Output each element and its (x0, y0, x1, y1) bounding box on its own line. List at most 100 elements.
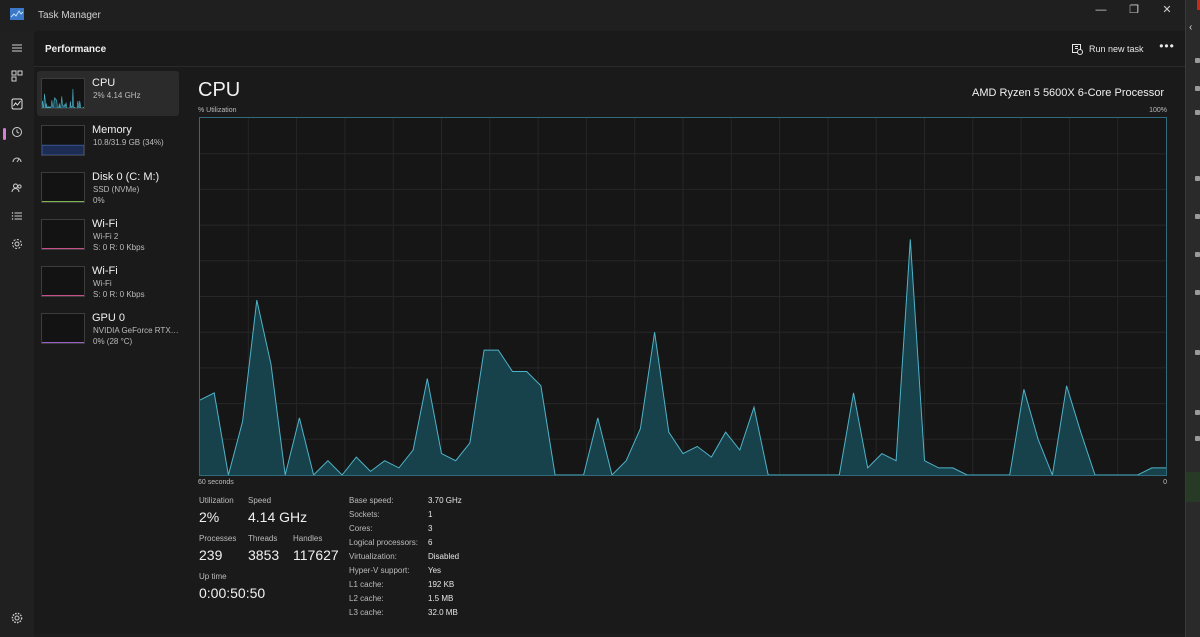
hamburger-icon[interactable] (6, 37, 28, 59)
device-name: GPU 0 (92, 312, 126, 324)
spec-value: 3 (428, 524, 433, 533)
device-item[interactable]: GPU 0 NVIDIA GeForce RTX ... 0% (28 °C) (37, 306, 179, 351)
cpu-utilization-graph (199, 117, 1167, 476)
device-detail: 0% (28 °C) (93, 337, 133, 346)
device-name: Memory (92, 124, 132, 136)
device-name: CPU (92, 77, 116, 89)
startup-apps-icon[interactable] (6, 149, 28, 171)
device-detail: 10.8/31.9 GB (34%) (93, 138, 164, 147)
close-button[interactable]: ✕ (1152, 4, 1182, 18)
spec-value: 3.70 GHz (428, 496, 462, 505)
spec-value: Disabled (428, 552, 460, 561)
spec-value: 32.0 MB (428, 608, 458, 617)
device-detail: 0% (93, 196, 105, 205)
spec-label: Virtualization: (349, 552, 397, 561)
utilization-value: 2% (199, 509, 220, 525)
edge-highlight (1186, 472, 1200, 502)
window-title: Task Manager (38, 10, 101, 21)
spec-value: 1 (428, 510, 433, 519)
device-thumbnail-graph (41, 125, 85, 156)
spec-value: 1.5 MB (428, 594, 454, 603)
threads-value: 3853 (248, 547, 280, 563)
edge-icon (1195, 252, 1200, 257)
details-icon[interactable] (6, 205, 28, 227)
processes-value: 239 (199, 547, 223, 563)
device-detail: S: 0 R: 0 Kbps (93, 243, 145, 252)
spec-label: L1 cache: (349, 580, 384, 589)
device-name: Wi-Fi (92, 265, 118, 277)
performance-icon[interactable] (6, 93, 28, 115)
edge-icon (1195, 290, 1200, 295)
x-axis-end-label: 0 (1163, 479, 1167, 486)
cpu-title: CPU (198, 79, 241, 101)
device-detail: SSD (NVMe) (93, 185, 140, 194)
run-new-task-label: Run new task (1089, 44, 1144, 54)
edge-icon (1195, 110, 1200, 115)
maximize-button[interactable]: ❐ (1119, 4, 1149, 18)
run-task-icon (1072, 43, 1083, 55)
device-detail: NVIDIA GeForce RTX ... (93, 326, 179, 335)
spec-label: L2 cache: (349, 594, 384, 603)
spec-label: Sockets: (349, 510, 380, 519)
spec-label: L3 cache: (349, 608, 384, 617)
chevron-left-icon[interactable]: ‹ (1189, 22, 1192, 33)
device-name: Wi-Fi (92, 218, 118, 230)
nav-rail (0, 31, 34, 637)
handles-label: Handles (293, 534, 323, 543)
speed-label: Speed (248, 496, 272, 505)
edge-icon (1195, 410, 1200, 415)
edge-icon (1195, 436, 1200, 441)
device-thumbnail-graph (41, 266, 85, 297)
spec-value: Yes (428, 566, 442, 575)
cpu-graph-svg (200, 118, 1166, 475)
device-thumbnail-graph (41, 313, 85, 344)
utilization-label: Utilization (199, 496, 234, 505)
device-detail: Wi-Fi 2 (93, 232, 119, 241)
spec-label: Base speed: (349, 496, 394, 505)
device-item[interactable]: Wi-Fi Wi-Fi S: 0 R: 0 Kbps (37, 259, 179, 304)
device-detail: Wi-Fi (93, 279, 112, 288)
edge-icon (1195, 214, 1200, 219)
app-history-icon[interactable] (6, 121, 28, 143)
services-icon[interactable] (6, 233, 28, 255)
x-axis-start-label: 60 seconds (198, 479, 234, 486)
spec-label: Logical processors: (349, 538, 418, 547)
main-panel: Performance Run new task ••• CPU 2% 4.14 … (34, 31, 1185, 633)
y-axis-label: % Utilization (198, 107, 237, 114)
page-header: Performance Run new task ••• (34, 31, 1185, 67)
device-item[interactable]: Memory 10.8/31.9 GB (34%) (37, 118, 179, 163)
users-icon[interactable] (6, 177, 28, 199)
device-name: Disk 0 (C: M:) (92, 171, 160, 183)
device-item[interactable]: CPU 2% 4.14 GHz (37, 71, 179, 116)
task-manager-app-icon (10, 8, 24, 20)
gear-icon[interactable] (6, 607, 28, 629)
y-axis-max-label: 100% (1149, 107, 1167, 114)
processes-icon[interactable] (6, 65, 28, 87)
device-list: CPU 2% 4.14 GHz Memory 10.8/31.9 GB (34%) Di… (37, 71, 179, 353)
minimize-button[interactable]: — (1086, 4, 1116, 18)
spec-value: 6 (428, 538, 433, 547)
run-new-task-button[interactable]: Run new task (1072, 41, 1144, 57)
device-item[interactable]: Disk 0 (C: M:) SSD (NVMe) 0% (37, 165, 179, 210)
edge-icon (1195, 58, 1200, 63)
device-detail: 2% 4.14 GHz (93, 91, 141, 100)
spec-label: Hyper-V support: (349, 566, 410, 575)
spec-label: Cores: (349, 524, 373, 533)
edge-icon (1195, 176, 1200, 181)
more-options-icon[interactable]: ••• (1158, 39, 1176, 57)
processor-name: AMD Ryzen 5 5600X 6-Core Processor (972, 87, 1164, 99)
handles-value: 117627 (293, 547, 339, 563)
threads-label: Threads (248, 534, 278, 543)
edge-icon (1195, 86, 1200, 91)
page-title: Performance (45, 44, 107, 55)
device-item[interactable]: Wi-Fi Wi-Fi 2 S: 0 R: 0 Kbps (37, 212, 179, 257)
processes-label: Processes (199, 534, 237, 543)
uptime-value: 0:00:50:50 (199, 585, 266, 601)
uptime-label: Up time (199, 572, 227, 581)
device-thumbnail-graph (41, 78, 85, 109)
title-bar: Task Manager — ❐ ✕ (0, 0, 1185, 31)
adjacent-window-edge: ‹ (1185, 0, 1200, 637)
speed-value: 4.14 GHz (248, 509, 308, 525)
device-detail: S: 0 R: 0 Kbps (93, 290, 145, 299)
device-thumbnail-graph (41, 219, 85, 250)
